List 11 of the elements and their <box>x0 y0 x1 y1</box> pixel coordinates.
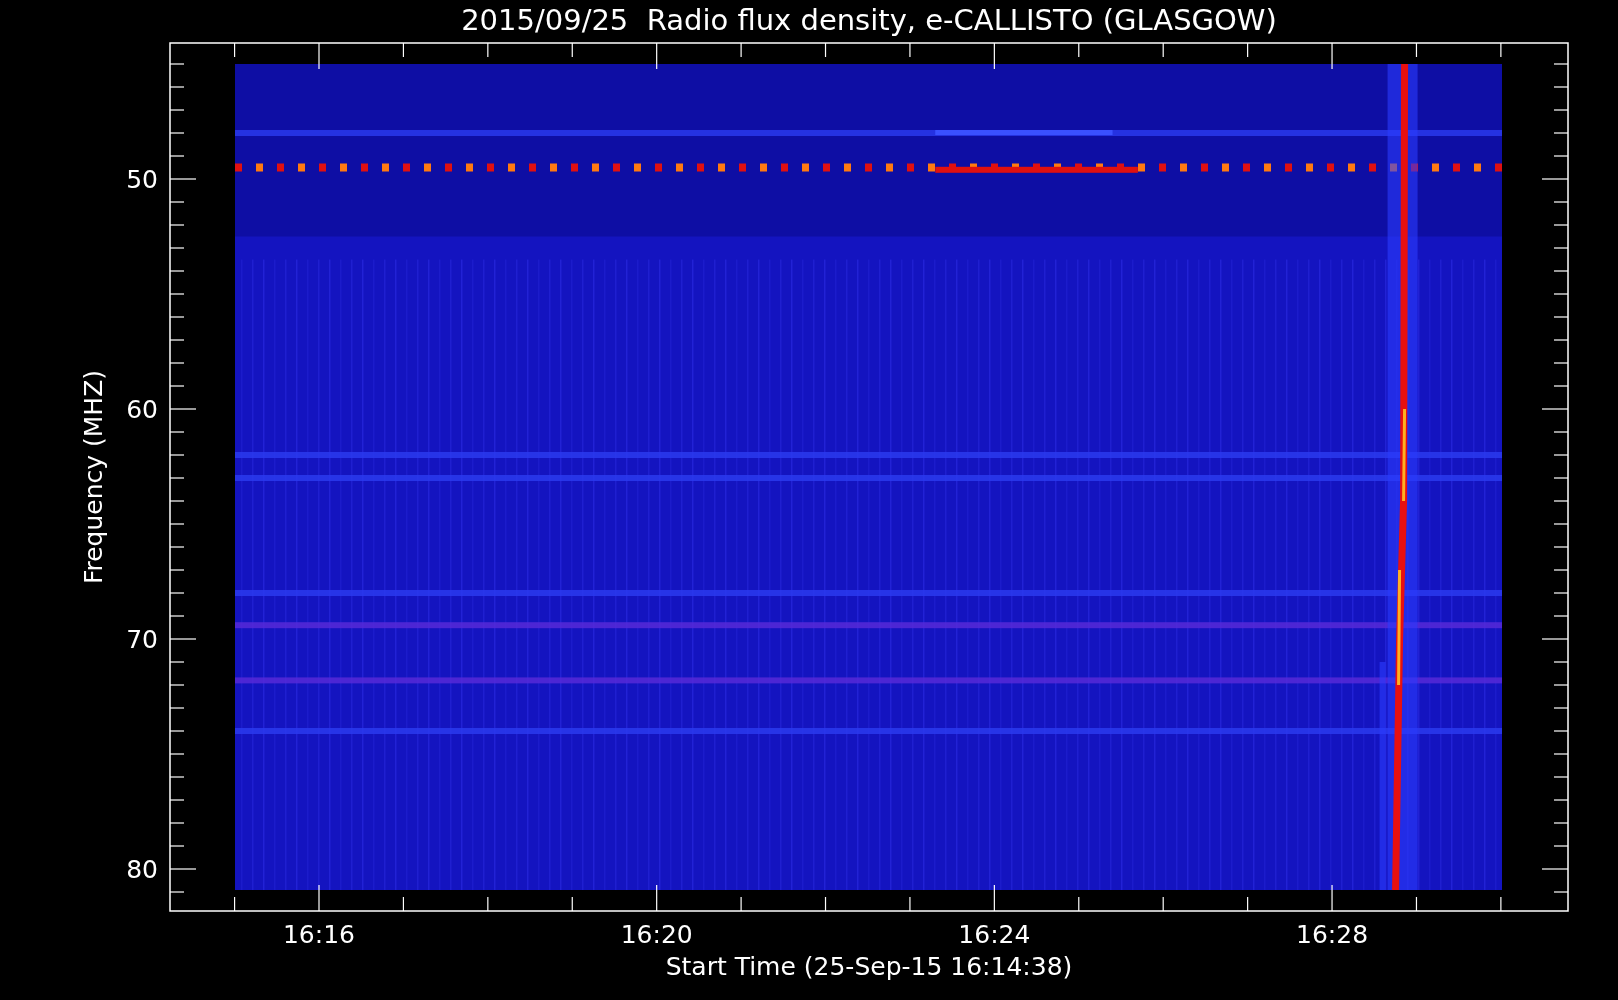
tick-label: 16:24 <box>958 920 1031 949</box>
axis-label: Frequency (MHZ) <box>79 369 108 585</box>
axis-label: Start Time (25-Sep-15 16:14:38) <box>665 952 1073 981</box>
tick-label: 60 <box>126 395 158 424</box>
tick-label: 16:16 <box>283 920 355 949</box>
tick-label: 70 <box>126 625 158 654</box>
tick-label: 16:28 <box>1296 920 1369 949</box>
tick-label: 80 <box>126 855 158 884</box>
chart-title: 2015/09/25 Radio flux density, e-CALLISTO (GLASGOW) <box>461 3 1277 37</box>
tick-label: 50 <box>126 165 158 194</box>
tick-label: 16:20 <box>620 920 693 949</box>
